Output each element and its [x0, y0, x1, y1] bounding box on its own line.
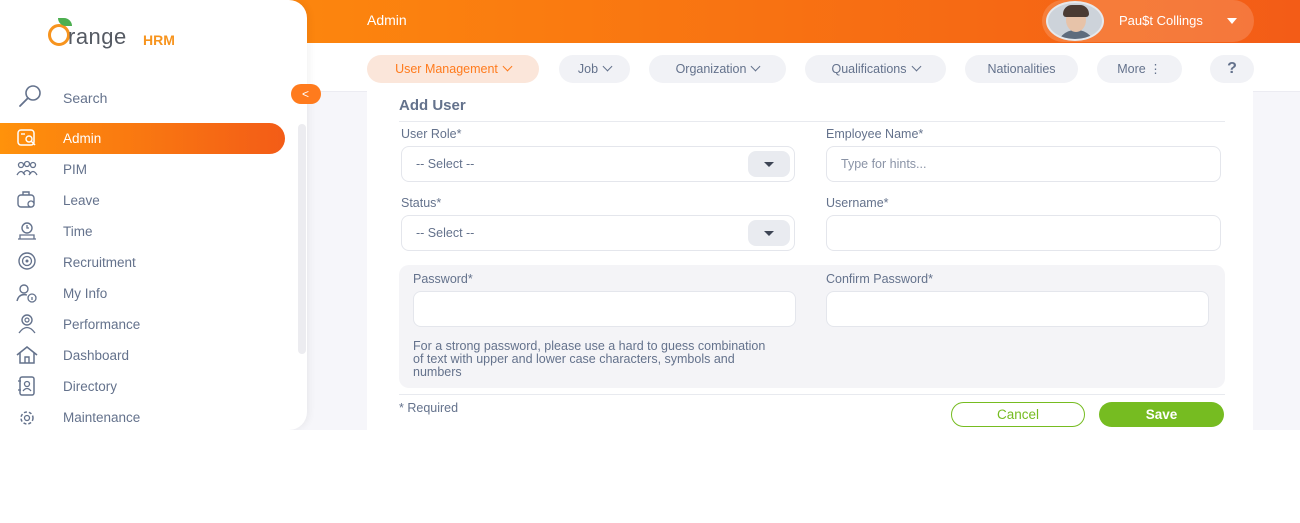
sidebar-item-label: PIM — [63, 162, 88, 177]
sidebar: range HRM Search Admin PIM Leave Time Re… — [0, 0, 307, 430]
employee-name-input[interactable] — [826, 146, 1221, 182]
sidebar-item-dashboard[interactable]: Dashboard — [0, 340, 285, 371]
save-button[interactable]: Save — [1099, 402, 1224, 427]
user-role-value: -- Select -- — [416, 157, 475, 171]
recruitment-icon — [18, 252, 36, 270]
sidebar-item-directory[interactable]: Directory — [0, 371, 285, 402]
people-icon — [16, 160, 38, 176]
tab-qualifications[interactable]: Qualifications — [805, 55, 946, 83]
tab-label: More ⋮ — [1117, 62, 1162, 76]
dropdown-arrow-icon[interactable] — [748, 151, 790, 177]
search-icon — [19, 85, 41, 107]
chevron-down-icon — [750, 61, 761, 72]
chevron-down-icon — [502, 61, 513, 72]
dropdown-arrow-icon[interactable] — [748, 220, 790, 246]
username-label: Username* — [826, 196, 889, 210]
user-role-select[interactable]: -- Select -- — [401, 146, 795, 182]
sidebar-item-label: My Info — [63, 286, 108, 301]
chevron-down-icon — [602, 61, 613, 72]
sidebar-item-label: Time — [63, 224, 93, 239]
divider — [399, 394, 1225, 395]
employee-name-label: Employee Name* — [826, 127, 924, 141]
sidebar-item-label: Leave — [63, 193, 100, 208]
password-label: Password* — [413, 272, 473, 286]
required-note: * Required — [399, 401, 459, 415]
sidebar-item-recruitment[interactable]: Recruitment — [0, 247, 285, 278]
confirm-password-input[interactable] — [826, 291, 1209, 327]
leave-icon — [17, 191, 35, 208]
collapse-sidebar-button[interactable]: < — [291, 84, 321, 104]
sidebar-item-time[interactable]: Time — [0, 216, 285, 247]
divider — [399, 121, 1225, 122]
avatar — [1046, 1, 1104, 41]
user-role-label: User Role* — [401, 127, 462, 141]
sidebar-scrollbar[interactable] — [298, 124, 306, 354]
caret-down-icon — [1227, 18, 1237, 24]
tab-label: Nationalities — [987, 62, 1056, 76]
sidebar-item-admin[interactable]: Admin — [0, 123, 285, 154]
sidebar-item-label: Admin — [63, 131, 102, 146]
tab-label: Job — [577, 62, 599, 76]
performance-icon — [18, 314, 36, 334]
sidebar-item-my-info[interactable]: My Info — [0, 278, 285, 309]
sidebar-item-label: Directory — [63, 379, 118, 394]
tab-label: User Management — [395, 62, 498, 76]
status-label: Status* — [401, 196, 442, 210]
admin-icon — [17, 129, 36, 146]
sidebar-item-maintenance[interactable]: Maintenance — [0, 402, 285, 430]
user-name: Pau$t Collings — [1119, 13, 1203, 28]
password-section: Password* Confirm Password* For a strong… — [399, 265, 1225, 388]
status-value: -- Select -- — [416, 226, 475, 240]
cancel-button[interactable]: Cancel — [951, 402, 1085, 427]
tab-label: Organization — [675, 62, 747, 76]
time-icon — [18, 222, 36, 240]
sidebar-item-performance[interactable]: Performance — [0, 309, 285, 340]
password-input[interactable] — [413, 291, 796, 327]
logo-text: range — [68, 24, 127, 49]
sidebar-item-label: Recruitment — [63, 255, 136, 270]
sidebar-search[interactable]: Search — [18, 84, 278, 112]
tab-more[interactable]: More ⋮ — [1097, 55, 1182, 83]
tab-job[interactable]: Job — [559, 55, 630, 83]
help-button[interactable]: ? — [1210, 55, 1254, 83]
top-nav: User Management Job Organization Qualifi… — [307, 43, 1300, 92]
tab-user-management[interactable]: User Management — [367, 55, 539, 83]
add-user-form: Add User User Role* -- Select -- Employe… — [367, 91, 1253, 430]
chevron-down-icon — [911, 61, 921, 72]
sidebar-item-pim[interactable]: PIM — [0, 154, 285, 185]
directory-icon — [18, 376, 35, 396]
search-label: Search — [63, 90, 108, 106]
confirm-password-label: Confirm Password* — [826, 272, 933, 286]
home-icon — [16, 345, 38, 364]
sidebar-item-label: Performance — [63, 317, 141, 332]
sidebar-item-label: Dashboard — [63, 348, 130, 363]
password-hint: For a strong password, please use a hard… — [413, 339, 766, 379]
tab-organization[interactable]: Organization — [649, 55, 786, 83]
username-input[interactable] — [826, 215, 1221, 251]
tab-label: Qualifications — [831, 62, 907, 76]
tab-nationalities[interactable]: Nationalities — [965, 55, 1078, 83]
app-window: Admin Pau$t Collings User Management Job… — [0, 0, 1300, 430]
logo-text-hrm: HRM — [143, 32, 175, 48]
my-info-icon — [16, 284, 37, 303]
user-dropdown[interactable]: Pau$t Collings — [1042, 0, 1254, 42]
maintenance-icon — [20, 411, 34, 425]
sidebar-item-leave[interactable]: Leave — [0, 185, 285, 216]
module-title: Admin — [367, 12, 407, 28]
status-select[interactable]: -- Select -- — [401, 215, 795, 251]
page-title: Add User — [399, 97, 466, 114]
sidebar-item-label: Maintenance — [63, 410, 141, 425]
